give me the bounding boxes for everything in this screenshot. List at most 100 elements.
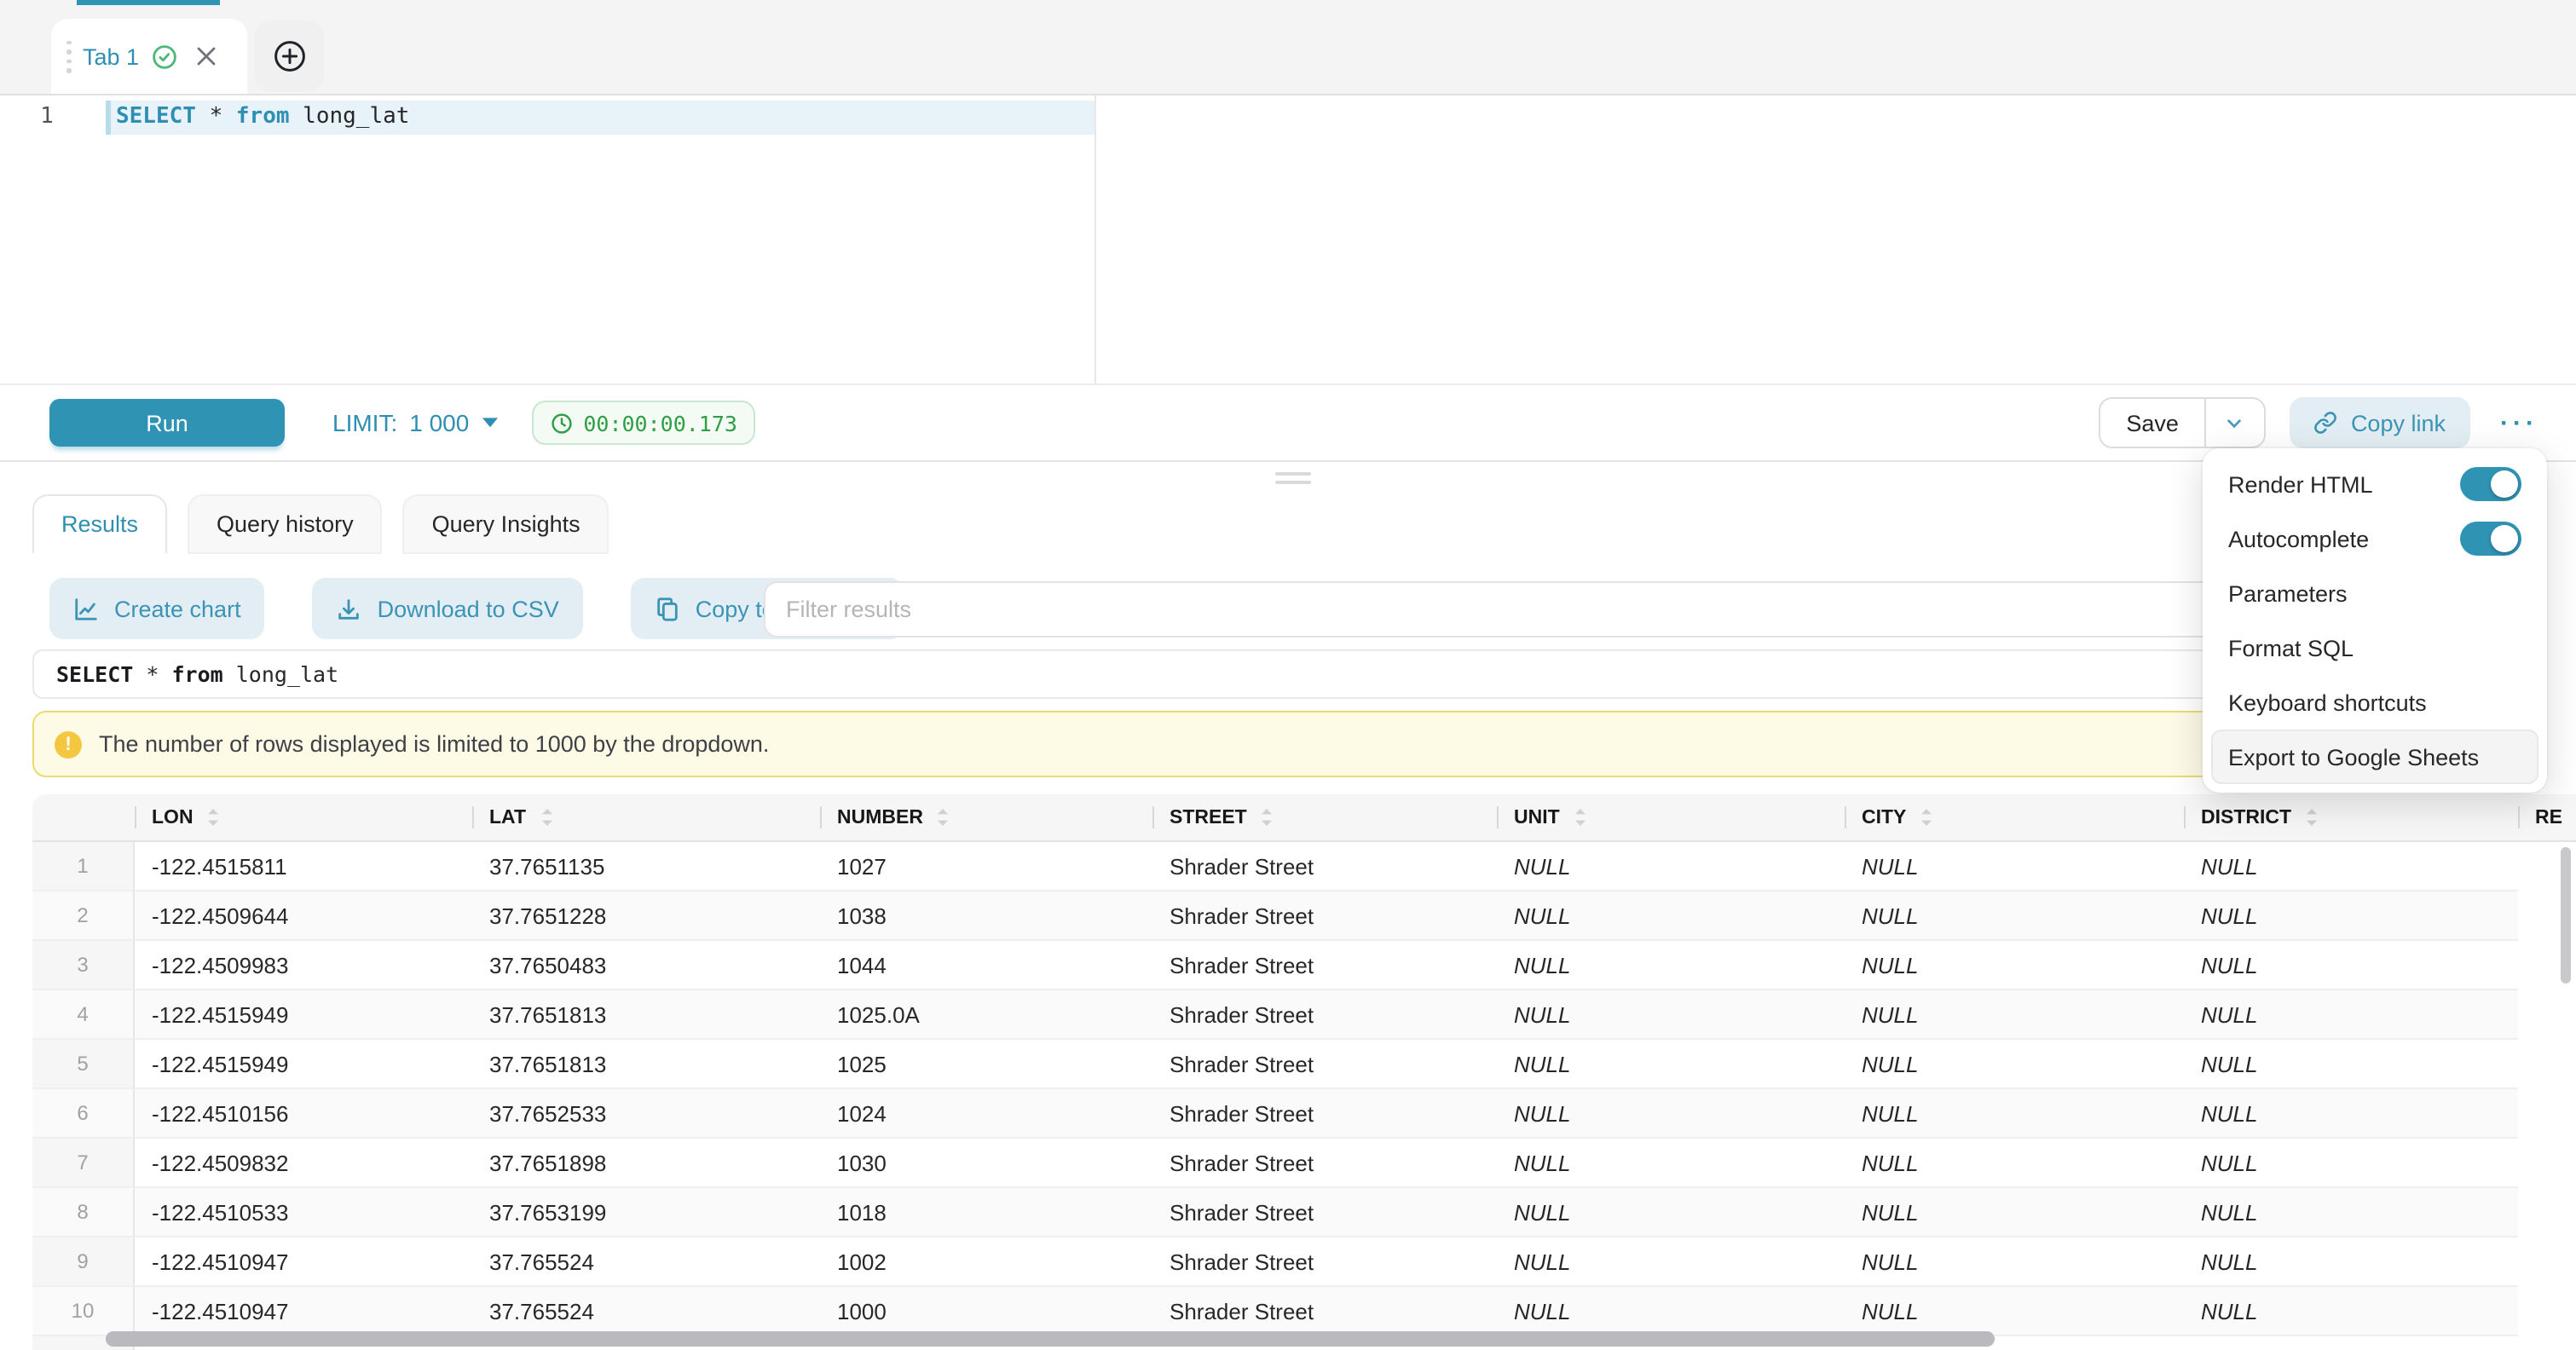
column-header-lon[interactable]: LON [135, 794, 472, 842]
table-cell[interactable]: NULL [2184, 1089, 2518, 1139]
table-cell[interactable]: Shrader Street [1152, 1188, 1497, 1238]
menu-item-parameters[interactable]: Parameters [2211, 566, 2538, 620]
table-cell[interactable]: -122.4510533 [135, 1188, 472, 1238]
table-cell[interactable]: NULL [2184, 1336, 2518, 1350]
column-header-city[interactable]: CITY [1845, 794, 2184, 842]
menu-item-keyboard-shortcuts[interactable]: Keyboard shortcuts [2211, 675, 2538, 730]
sort-icon[interactable] [540, 808, 553, 827]
column-header-lat[interactable]: LAT [472, 794, 820, 842]
table-cell[interactable]: NULL [1845, 842, 2184, 891]
more-options-button[interactable]: ··· [2500, 408, 2538, 437]
table-cell[interactable]: -122.4509832 [135, 1139, 472, 1188]
table-cell[interactable]: NULL [1845, 941, 2184, 990]
table-cell[interactable]: -122.4515949 [135, 1040, 472, 1089]
sql-code-line[interactable]: SELECT * from long_lat [116, 101, 409, 135]
table-cell[interactable]: Shrader Street [1152, 1238, 1497, 1287]
column-header-re[interactable]: RE [2518, 794, 2576, 842]
create-chart-button[interactable]: Create chart [49, 578, 265, 639]
sort-icon[interactable] [1920, 808, 1933, 827]
table-cell[interactable]: 37.7651898 [472, 1139, 820, 1188]
table-cell[interactable]: NULL [1497, 1287, 1845, 1336]
table-cell[interactable]: 1025.0A [820, 990, 1152, 1040]
menu-item-autocomplete[interactable]: Autocomplete [2211, 511, 2538, 566]
tab-results[interactable]: Results [32, 494, 167, 554]
menu-item-format-sql[interactable]: Format SQL [2211, 620, 2538, 675]
download-csv-button[interactable]: Download to CSV [313, 578, 583, 639]
table-cell[interactable]: NULL [1497, 842, 1845, 891]
table-cell[interactable]: -122.4515811 [135, 842, 472, 891]
copy-link-button[interactable]: Copy link [2290, 397, 2469, 448]
table-cell[interactable]: 37.7651228 [472, 891, 820, 941]
table-cell[interactable]: -122.4510947 [135, 1287, 472, 1336]
table-cell[interactable]: NULL [1845, 1238, 2184, 1287]
table-cell[interactable]: NULL [1497, 1040, 1845, 1089]
column-header-district[interactable]: DISTRICT [2184, 794, 2518, 842]
tab-drag-handle-icon[interactable] [66, 40, 71, 72]
table-cell[interactable]: 1018 [820, 1188, 1152, 1238]
table-cell[interactable]: NULL [1497, 1089, 1845, 1139]
table-cell[interactable]: Shrader Street [1152, 1040, 1497, 1089]
run-button[interactable]: Run [49, 399, 285, 447]
add-tab-button[interactable] [254, 20, 324, 92]
tab-query-insights[interactable]: Query Insights [403, 494, 609, 554]
table-cell[interactable]: Shrader Street [1152, 1089, 1497, 1139]
table-cell[interactable]: Shrader Street [1152, 1287, 1497, 1336]
horizontal-scrollbar[interactable] [106, 1331, 1995, 1347]
table-cell[interactable]: 1027 [820, 842, 1152, 891]
vertical-scrollbar[interactable] [2561, 847, 2571, 984]
table-cell[interactable]: NULL [2184, 990, 2518, 1040]
render-html-toggle[interactable] [2460, 467, 2521, 501]
table-cell[interactable]: Shrader Street [1152, 990, 1497, 1040]
table-cell[interactable]: NULL [2184, 1040, 2518, 1089]
table-cell[interactable]: NULL [2184, 1188, 2518, 1238]
table-cell[interactable]: 1000 [820, 1287, 1152, 1336]
table-cell[interactable]: NULL [1845, 891, 2184, 941]
save-button[interactable]: Save [2100, 399, 2204, 447]
tab-1[interactable]: Tab 1 [51, 19, 247, 94]
table-cell[interactable]: NULL [2184, 1238, 2518, 1287]
table-cell[interactable]: NULL [1497, 1238, 1845, 1287]
table-cell[interactable]: 37.7653199 [472, 1188, 820, 1238]
table-cell[interactable]: Shrader Street [1152, 842, 1497, 891]
table-cell[interactable]: NULL [2184, 1139, 2518, 1188]
autocomplete-toggle[interactable] [2460, 522, 2521, 556]
sort-icon[interactable] [937, 808, 950, 827]
table-cell[interactable]: Shrader Street [1152, 1139, 1497, 1188]
table-cell[interactable]: NULL [1845, 990, 2184, 1040]
table-cell[interactable]: 37.7651813 [472, 1040, 820, 1089]
table-cell[interactable]: 37.7651135 [472, 842, 820, 891]
table-cell[interactable]: NULL [1845, 1040, 2184, 1089]
sql-code-editor[interactable]: 1 SELECT * from long_lat [0, 95, 2576, 384]
table-cell[interactable]: NULL [1497, 990, 1845, 1040]
table-cell[interactable]: 37.7651813 [472, 990, 820, 1040]
table-cell[interactable]: 1024 [820, 1089, 1152, 1139]
sort-icon[interactable] [207, 808, 221, 827]
menu-item-render-html[interactable]: Render HTML [2211, 457, 2538, 511]
table-cell[interactable]: NULL [2184, 1287, 2518, 1336]
column-header-unit[interactable]: UNIT [1497, 794, 1845, 842]
table-cell[interactable]: NULL [1845, 1089, 2184, 1139]
table-cell[interactable]: 1025 [820, 1040, 1152, 1089]
limit-dropdown[interactable]: LIMIT: 1 000 [332, 409, 500, 436]
sort-icon[interactable] [1574, 808, 1587, 827]
table-cell[interactable]: NULL [1497, 1188, 1845, 1238]
table-cell[interactable]: NULL [2184, 842, 2518, 891]
table-cell[interactable]: NULL [1845, 1188, 2184, 1238]
table-cell[interactable]: 37.765524 [472, 1238, 820, 1287]
table-cell[interactable]: 37.7652533 [472, 1089, 820, 1139]
menu-item-export-google-sheets[interactable]: Export to Google Sheets [2211, 730, 2538, 784]
table-cell[interactable]: -122.4515949 [135, 990, 472, 1040]
sort-icon[interactable] [2305, 808, 2319, 827]
close-tab-icon[interactable] [195, 46, 216, 66]
save-options-button[interactable] [2204, 399, 2264, 447]
table-cell[interactable]: -122.4510156 [135, 1089, 472, 1139]
table-cell[interactable]: NULL [1497, 1139, 1845, 1188]
table-cell[interactable]: NULL [1497, 891, 1845, 941]
table-cell[interactable]: Shrader Street [1152, 941, 1497, 990]
table-cell[interactable]: 37.765524 [472, 1287, 820, 1336]
table-cell[interactable]: -122.4510947 [135, 1238, 472, 1287]
table-cell[interactable]: NULL [2184, 941, 2518, 990]
table-cell[interactable]: -122.4509644 [135, 891, 472, 941]
column-header-street[interactable]: STREET [1152, 794, 1497, 842]
pane-resize-handle[interactable] [1275, 472, 1311, 489]
